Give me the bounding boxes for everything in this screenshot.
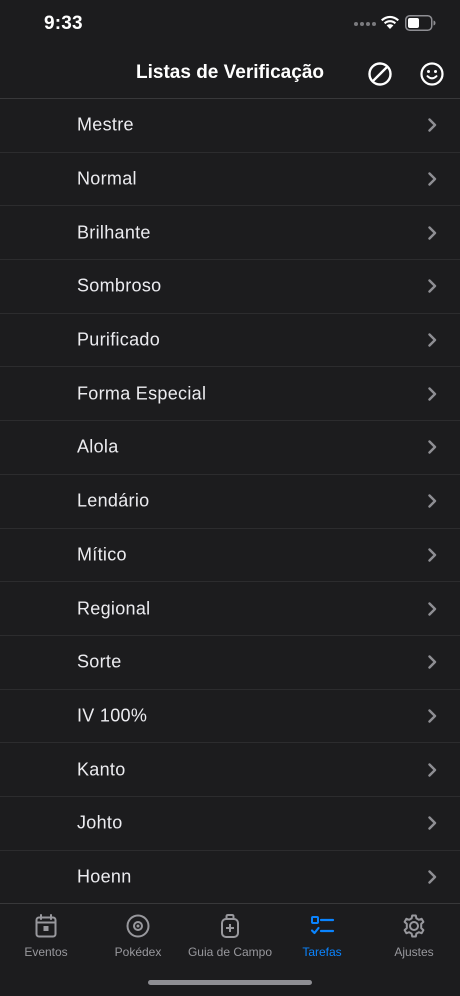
tab-ajustes[interactable]: Ajustes xyxy=(368,910,460,968)
chevron-right-icon xyxy=(428,762,437,777)
chevron-right-icon xyxy=(428,548,437,562)
tab-guia-de-campo[interactable]: Guia de Campo xyxy=(184,910,276,968)
list-item-normal[interactable]: Normal xyxy=(0,153,460,207)
navigation-bar: Listas de Verificação xyxy=(0,50,460,99)
chevron-right-icon xyxy=(428,279,437,294)
chevron-right-icon xyxy=(428,118,437,133)
smiley-button[interactable] xyxy=(417,59,447,89)
list-item-label: Kanto xyxy=(77,759,126,780)
status-bar: 9:33 xyxy=(0,0,460,50)
tab-label: Tarefas xyxy=(302,945,342,959)
app-screen: 9:33 Listas de Verificação Mestre Normal… xyxy=(0,0,460,996)
list-item-lendario[interactable]: Lendário xyxy=(0,475,460,529)
wifi-icon xyxy=(381,15,399,29)
chevron-right-icon xyxy=(428,387,437,401)
list-item-label: Hoenn xyxy=(77,866,132,887)
chevron-right-icon xyxy=(428,494,437,508)
list-item-hoenn[interactable]: Hoenn xyxy=(0,851,460,904)
list-item-label: Sombroso xyxy=(77,275,162,296)
list-item-label: Mítico xyxy=(77,544,127,565)
tab-label: Guia de Campo xyxy=(187,945,273,959)
list-item-mitico[interactable]: Mítico xyxy=(0,529,460,583)
list-item-sombroso[interactable]: Sombroso xyxy=(0,260,460,314)
list-item-label: Purificado xyxy=(77,329,161,350)
list-item-sorte[interactable]: Sorte xyxy=(0,636,460,690)
chevron-right-icon xyxy=(428,816,437,830)
chevron-right-icon xyxy=(428,226,437,240)
chevron-right-icon xyxy=(428,870,437,884)
battery-icon xyxy=(405,15,436,31)
chevron-right-icon xyxy=(428,172,437,186)
tab-pokedex[interactable]: Pokédex xyxy=(92,910,184,968)
list-item-label: Brilhante xyxy=(77,222,151,243)
backpack-icon xyxy=(221,914,239,938)
list-item-label: Alola xyxy=(77,436,119,457)
no-entry-icon xyxy=(368,62,392,86)
checklist-icon xyxy=(310,916,335,935)
list-item-alola[interactable]: Alola xyxy=(0,421,460,475)
chevron-right-icon xyxy=(428,655,437,669)
chevron-right-icon xyxy=(428,709,437,723)
smiley-icon xyxy=(420,62,444,86)
list-item-label: Normal xyxy=(77,168,137,189)
tab-label: Eventos xyxy=(24,945,68,959)
list-item-label: Regional xyxy=(77,598,151,619)
no-entry-button[interactable] xyxy=(365,59,395,89)
tab-label: Ajustes xyxy=(394,945,434,959)
tab-label: Pokédex xyxy=(114,945,162,959)
tab-tarefas[interactable]: Tarefas xyxy=(276,910,368,968)
gear-icon xyxy=(403,914,425,938)
chevron-right-icon xyxy=(428,333,437,347)
status-time: 9:33 xyxy=(44,13,83,34)
list-item-label: IV 100% xyxy=(77,705,148,726)
list-item-label: Johto xyxy=(77,812,123,833)
home-indicator[interactable] xyxy=(148,980,312,985)
list-item-kanto[interactable]: Kanto xyxy=(0,743,460,797)
list-item-label: Lendário xyxy=(77,490,150,511)
list-item-johto[interactable]: Johto xyxy=(0,797,460,851)
list-item-label: Forma Especial xyxy=(77,383,207,404)
list-item-forma-especial[interactable]: Forma Especial xyxy=(0,367,460,422)
chevron-right-icon xyxy=(428,440,437,455)
cellular-signal-icon xyxy=(354,22,376,26)
checklist-list: Mestre Normal Brilhante Sombroso Purific… xyxy=(0,99,460,904)
list-item-iv-100[interactable]: IV 100% xyxy=(0,690,460,744)
chevron-right-icon xyxy=(428,601,437,616)
list-item-mestre[interactable]: Mestre xyxy=(0,99,460,153)
list-item-purificado[interactable]: Purificado xyxy=(0,314,460,368)
list-item-label: Mestre xyxy=(77,114,134,135)
list-item-brilhante[interactable]: Brilhante xyxy=(0,206,460,261)
list-item-label: Sorte xyxy=(77,651,122,672)
tab-eventos[interactable]: Eventos xyxy=(0,910,92,968)
calendar-icon xyxy=(35,914,57,938)
list-item-regional[interactable]: Regional xyxy=(0,582,460,636)
pokeball-icon xyxy=(126,914,150,938)
